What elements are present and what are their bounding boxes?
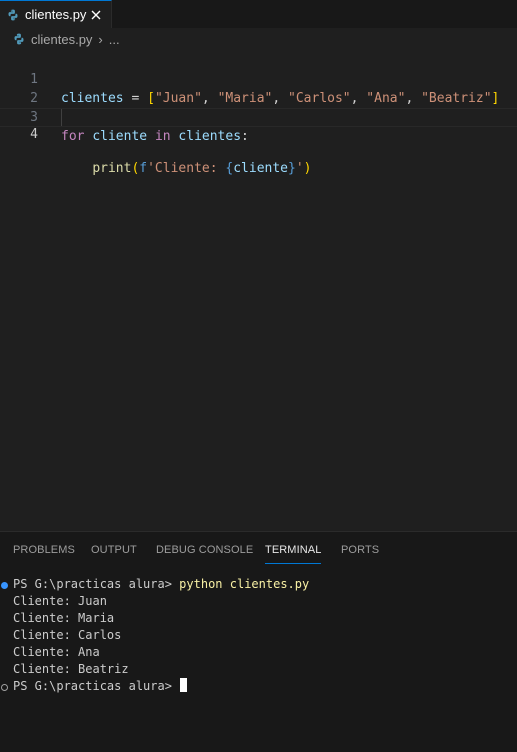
tab-label: clientes.py	[25, 7, 87, 22]
python-icon	[7, 9, 19, 21]
tab-ports[interactable]: PORTS	[341, 532, 379, 568]
panel-tab-bar: PROBLEMS OUTPUT DEBUG CONSOLE TERMINAL P…	[0, 532, 517, 568]
breadcrumb-separator: ›	[98, 31, 103, 47]
code-line[interactable]: 1 clientes = ["Juan", "Maria", "Carlos",…	[0, 51, 517, 106]
indent-guide	[61, 109, 62, 126]
line-number: 4	[30, 127, 38, 142]
terminal-command: python clientes.py	[179, 577, 310, 591]
editor-tab-bar: clientes.py	[0, 0, 517, 28]
code-text: print(f'Cliente: {cliente}')	[92, 161, 312, 176]
tab-debug-console[interactable]: DEBUG CONSOLE	[156, 532, 253, 568]
code-line[interactable]: 3 for cliente in clientes:	[0, 89, 517, 144]
terminal-output-line: Cliente: Beatriz	[13, 662, 129, 676]
bottom-panel: PROBLEMS OUTPUT DEBUG CONSOLE TERMINAL P…	[0, 531, 517, 752]
code-line[interactable]: 2	[0, 70, 517, 106]
tab-terminal[interactable]: TERMINAL	[265, 532, 322, 568]
tab-problems[interactable]: PROBLEMS	[13, 532, 75, 568]
tab-output[interactable]: OUTPUT	[91, 532, 137, 568]
code-editor[interactable]: 1 clientes = ["Juan", "Maria", "Carlos",…	[0, 50, 517, 530]
terminal-output-line: Cliente: Ana	[13, 645, 100, 659]
terminal-cursor	[180, 678, 188, 692]
terminal-prompt-line: PS G:\practicas alura>	[13, 678, 188, 695]
command-pending-icon[interactable]	[1, 684, 8, 691]
terminal-output-line: Cliente: Maria	[13, 611, 115, 625]
breadcrumb-file[interactable]: clientes.py	[31, 32, 92, 47]
code-text: for cliente in clientes:	[61, 129, 249, 144]
breadcrumb-more[interactable]: ...	[109, 32, 120, 47]
close-icon[interactable]	[88, 7, 104, 23]
breadcrumb: clientes.py › ...	[0, 28, 517, 50]
tab-clientes-py[interactable]: clientes.py	[0, 0, 112, 28]
terminal-output-line: Cliente: Juan	[13, 594, 107, 608]
python-icon	[13, 33, 25, 45]
terminal-output-line: Cliente: Carlos	[13, 628, 122, 642]
code-line-current[interactable]: 4 print(f'Cliente: {cliente}')	[0, 108, 517, 176]
command-success-icon[interactable]	[1, 582, 8, 589]
terminal-command-line: PS G:\practicas alura> python clientes.p…	[13, 577, 310, 591]
